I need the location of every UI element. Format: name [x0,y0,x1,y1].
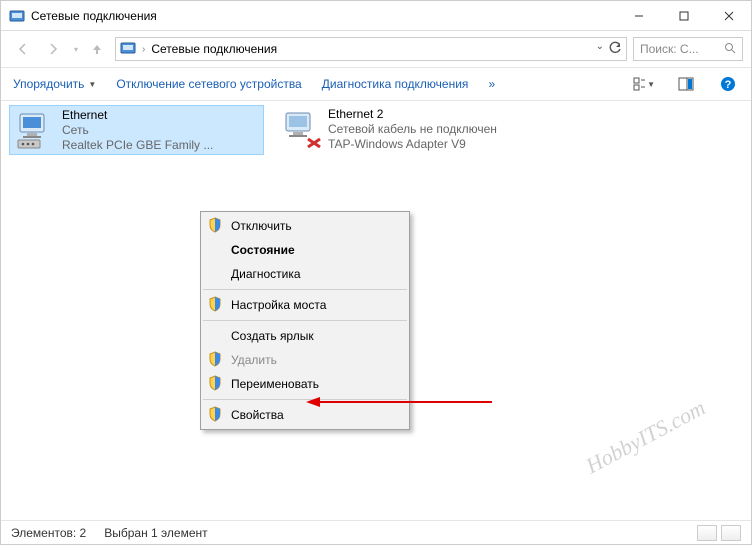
breadcrumb-location[interactable]: Сетевые подключения [151,42,277,56]
adapter-device: TAP-Windows Adapter V9 [328,137,497,152]
context-menu-label: Настройка моста [231,298,399,312]
address-dropdown-icon[interactable]: ⌄ [596,41,604,58]
context-menu-separator [203,320,407,321]
icons-view-button[interactable] [721,525,741,541]
titlebar: Сетевые подключения [1,1,751,31]
back-button[interactable] [9,35,37,63]
selection-count: Выбран 1 элемент [104,526,207,540]
search-placeholder: Поиск: С... [640,42,720,56]
menu-icon-placeholder [207,241,225,259]
maximize-button[interactable] [661,1,706,30]
window-title: Сетевые подключения [31,9,616,23]
context-menu-label: Отключить [231,219,399,233]
item-count: Элементов: 2 [11,526,86,540]
network-adapter-icon [14,108,58,152]
svg-text:?: ? [725,79,732,91]
network-adapter-icon [280,107,324,151]
disable-device-button[interactable]: Отключение сетевого устройства [116,77,301,91]
content-area: Ethernet Сеть Realtek PCIe GBE Family ..… [1,101,751,520]
adapter-item-ethernet[interactable]: Ethernet Сеть Realtek PCIe GBE Family ..… [9,105,264,155]
close-button[interactable] [706,1,751,30]
chevron-down-icon: ▼ [88,80,96,89]
adapter-name: Ethernet 2 [328,107,497,122]
adapter-name: Ethernet [62,108,213,123]
annotation-arrow [304,395,494,409]
watermark: HobbyITS.com [581,395,709,480]
context-menu-item[interactable]: Переименовать [201,372,409,396]
adapter-item-ethernet2[interactable]: Ethernet 2 Сетевой кабель не подключен T… [276,105,531,155]
shield-icon [207,406,225,424]
context-menu-separator [203,289,407,290]
shield-icon [207,375,225,393]
address-bar[interactable]: › Сетевые подключения ⌄ [115,37,627,61]
help-icon[interactable]: ? [717,73,739,95]
context-menu-label: Диагностика [231,267,399,281]
shield-icon [207,351,225,369]
menu-icon-placeholder [207,265,225,283]
refresh-icon[interactable] [608,41,622,58]
search-icon [724,42,736,57]
context-menu-label: Переименовать [231,377,399,391]
location-icon [120,40,136,59]
adapter-status: Сеть [62,123,213,138]
organize-menu[interactable]: Упорядочить▼ [13,77,96,91]
diagnose-button[interactable]: Диагностика подключения [322,77,469,91]
context-menu-item[interactable]: Отключить [201,214,409,238]
shield-icon [207,296,225,314]
shield-icon [207,217,225,235]
toolbar: Упорядочить▼ Отключение сетевого устройс… [1,67,751,101]
adapter-device: Realtek PCIe GBE Family ... [62,138,213,152]
search-box[interactable]: Поиск: С... [633,37,743,61]
context-menu-item[interactable]: Настройка моста [201,293,409,317]
up-button[interactable] [85,37,109,61]
context-menu-label: Состояние [231,243,399,257]
context-menu-item: Удалить [201,348,409,372]
status-bar: Элементов: 2 Выбран 1 элемент [1,520,751,544]
forward-button[interactable] [39,35,67,63]
minimize-button[interactable] [616,1,661,30]
menu-icon-placeholder [207,327,225,345]
toolbar-overflow[interactable]: » [488,77,495,91]
adapter-status: Сетевой кабель не подключен [328,122,497,137]
context-menu-label: Удалить [231,353,399,367]
context-menu-item[interactable]: Диагностика [201,262,409,286]
history-dropdown[interactable]: ▾ [69,45,83,54]
context-menu-item[interactable]: Состояние [201,238,409,262]
preview-pane-icon[interactable] [675,73,697,95]
navbar: ▾ › Сетевые подключения ⌄ Поиск: С... [1,31,751,67]
app-icon [9,8,25,24]
context-menu-label: Создать ярлык [231,329,399,343]
window-controls [616,1,751,30]
context-menu-item[interactable]: Создать ярлык [201,324,409,348]
breadcrumb-sep: › [142,44,145,55]
context-menu-label: Свойства [231,408,399,422]
details-view-button[interactable] [697,525,717,541]
view-options-icon[interactable]: ▼ [633,73,655,95]
